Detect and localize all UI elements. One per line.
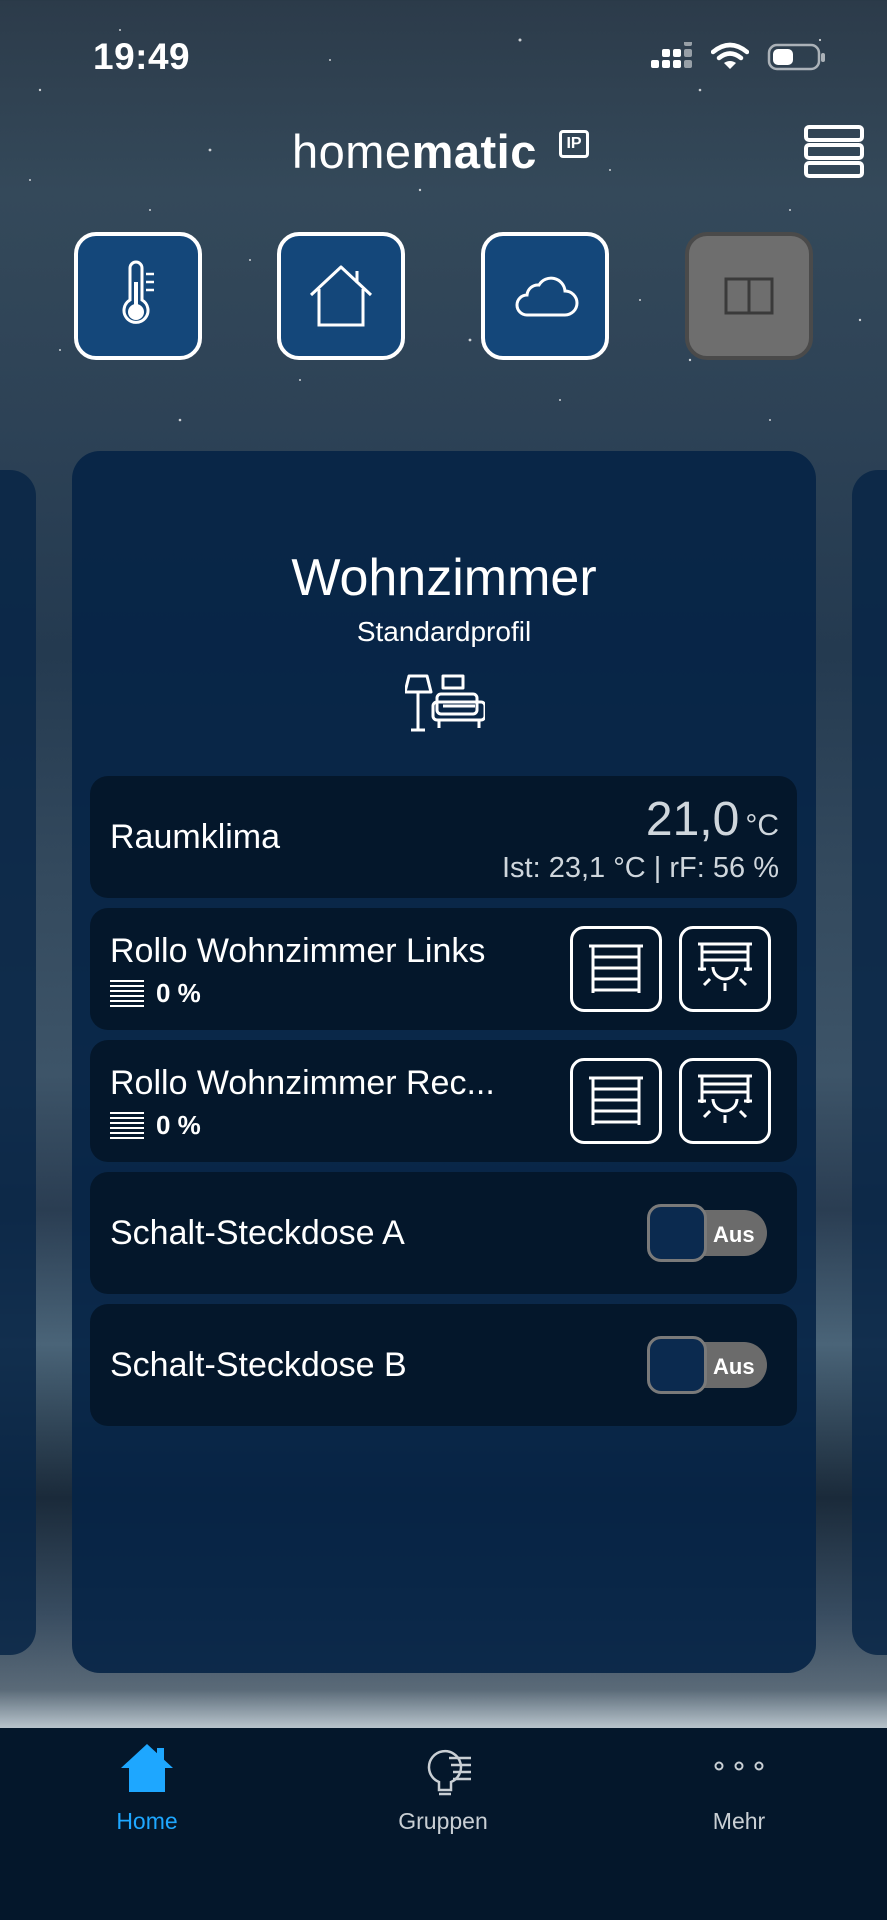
set-temperature: 21,0 °C [646,792,779,847]
brand-text-home: home [292,125,412,178]
toggle-knob [647,1336,707,1394]
signal-icon [651,42,692,68]
nav-groups[interactable]: Gruppen [353,1728,533,1888]
nav-more[interactable]: Mehr [649,1728,829,1888]
shutter-left-label: Rollo Wohnzimmer Links [110,932,486,970]
socket-a-row[interactable]: Schalt-Steckdose A Aus [90,1172,797,1294]
list-menu-button[interactable] [803,124,865,180]
nav-home-label: Home [116,1808,178,1834]
room-profile: Standardprofil [356,616,532,647]
battery-icon [767,43,825,71]
status-time: 19:49 [93,36,191,77]
previous-room-card[interactable] [0,470,36,1655]
shutter-left-level: 0 % [110,978,201,1009]
climate-label: Raumklima [110,818,281,856]
home-tile-button[interactable] [277,232,405,360]
climate-tile-button[interactable] [74,232,202,360]
groups-bulb-icon [427,1749,471,1796]
temperature-unit: °C [745,809,779,842]
shutter-left-close-button[interactable] [570,926,662,1012]
shutter-right-row[interactable]: Rollo Wohnzimmer Rec... 0 % [90,1040,797,1162]
climate-status: Ist: 23,1 °C | rF: 56 % [501,852,779,884]
cloud-icon [515,276,579,317]
living-room-icon [405,674,485,732]
set-temperature-value: 21,0 [645,793,740,846]
shutter-left-row[interactable]: Rollo Wohnzimmer Links 0 % [90,908,797,1030]
socket-b-toggle[interactable]: Aus [647,1336,767,1394]
socket-b-label: Schalt-Steckdose B [110,1346,407,1384]
brand-ip-badge: IP [559,130,589,158]
shutter-level-icon [110,979,144,1007]
shutter-right-level: 0 % [110,1110,201,1141]
shutter-right-value: 0 % [156,1110,201,1140]
home-icon [121,1744,173,1792]
house-icon [309,265,373,327]
shutter-left-value: 0 % [156,978,201,1008]
shutter-level-icon [110,1111,144,1139]
shutter-open-sun-icon [698,1074,752,1123]
bottom-navigation: Home Gruppen Mehr [0,1728,887,1920]
nav-home[interactable]: Home [57,1728,237,1888]
window-icon [724,277,774,315]
shutter-open-sun-icon [698,942,752,991]
brand-logo: homematic [292,124,537,179]
socket-a-state: Aus [713,1222,755,1247]
shutter-left-open-button[interactable] [679,926,771,1012]
climate-row[interactable]: Raumklima 21,0 °C Ist: 23,1 °C | rF: 56 % [90,776,797,898]
shutter-right-open-button[interactable] [679,1058,771,1144]
shutter-closed-icon [589,944,643,993]
status-bar: 19:49 [0,0,887,120]
window-tile-button[interactable] [685,232,813,360]
more-dots-icon [714,1761,764,1771]
socket-b-state: Aus [713,1354,755,1379]
room-title: Wohnzimmer [291,549,597,607]
shutter-closed-icon [589,1076,643,1125]
shutter-right-label: Rollo Wohnzimmer Rec... [110,1064,495,1102]
shutter-right-close-button[interactable] [570,1058,662,1144]
nav-groups-label: Gruppen [398,1808,488,1834]
brand-text-matic: matic [411,125,537,178]
toggle-knob [647,1204,707,1262]
status-icons [651,42,827,72]
nav-more-label: Mehr [712,1808,766,1834]
list-menu-icon [804,125,864,178]
wifi-icon [711,42,749,69]
socket-a-label: Schalt-Steckdose A [110,1214,405,1252]
socket-a-toggle[interactable]: Aus [647,1204,767,1262]
thermometer-icon [122,260,154,324]
socket-b-row[interactable]: Schalt-Steckdose B Aus [90,1304,797,1426]
weather-tile-button[interactable] [481,232,609,360]
next-room-card[interactable] [852,470,887,1655]
